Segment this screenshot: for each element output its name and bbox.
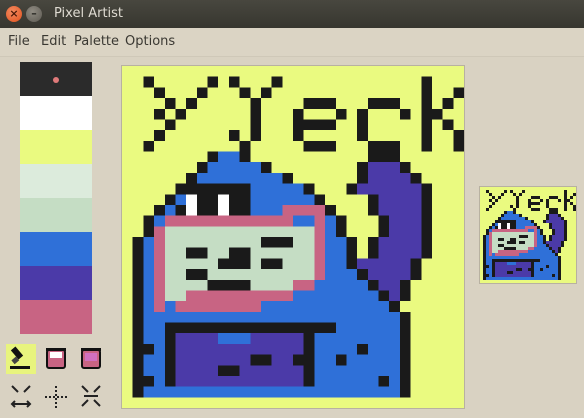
- flip-horizontal-tool[interactable]: [6, 382, 36, 412]
- selected-color-indicator: [53, 77, 59, 83]
- tool-panel: [4, 344, 108, 416]
- rotate-icon: [45, 386, 67, 408]
- palette-swatch[interactable]: [20, 164, 92, 198]
- flip-horizontal-icon: [10, 385, 32, 408]
- close-button[interactable]: ×: [6, 6, 22, 22]
- menu-edit[interactable]: Edit: [41, 34, 66, 49]
- pencil-tool[interactable]: [6, 344, 36, 374]
- title-bar: × – Pixel Artist: [0, 0, 584, 28]
- drawing-canvas[interactable]: [121, 65, 465, 409]
- palette-swatch[interactable]: [20, 62, 92, 96]
- menu-file[interactable]: File: [8, 34, 30, 49]
- close-icon: ×: [9, 7, 19, 20]
- flip-vertical-icon: [81, 385, 101, 407]
- artwork-preview: [479, 186, 577, 284]
- color-palette: [20, 62, 92, 334]
- app-window: × – Pixel Artist File Edit Palette Optio…: [0, 0, 584, 418]
- menu-options[interactable]: Options: [125, 34, 175, 49]
- fill-bucket-color-tool[interactable]: [76, 344, 106, 374]
- fill-bucket-color-icon: [81, 348, 101, 369]
- palette-swatch[interactable]: [20, 232, 92, 266]
- palette-swatch[interactable]: [20, 300, 92, 334]
- minimize-icon: –: [31, 7, 37, 20]
- palette-swatch[interactable]: [20, 96, 92, 130]
- palette-swatch[interactable]: [20, 198, 92, 232]
- flip-vertical-tool[interactable]: [76, 382, 106, 412]
- palette-swatch[interactable]: [20, 130, 92, 164]
- minimize-button[interactable]: –: [26, 6, 42, 22]
- rotate-tool[interactable]: [41, 382, 71, 412]
- window-title: Pixel Artist: [54, 6, 124, 21]
- fill-bucket-tool[interactable]: [41, 344, 71, 374]
- menu-palette[interactable]: Palette: [74, 34, 119, 49]
- fill-bucket-icon: [46, 348, 66, 369]
- pencil-icon: [10, 346, 30, 369]
- palette-swatch[interactable]: [20, 266, 92, 300]
- menu-bar: File Edit Palette Options: [0, 28, 584, 57]
